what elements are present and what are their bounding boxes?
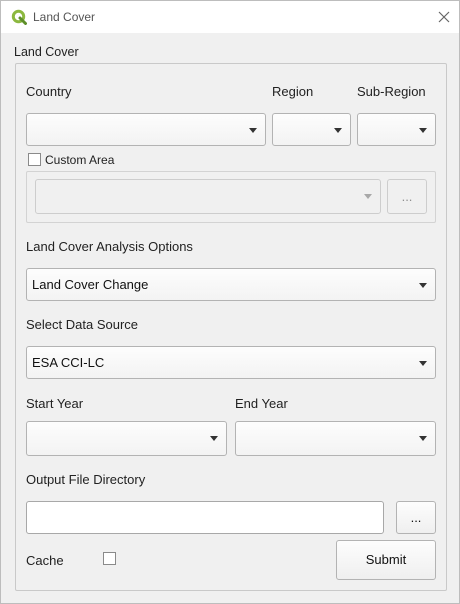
- region-label: Region: [272, 84, 314, 99]
- title-bar: Land Cover: [1, 1, 459, 33]
- close-icon[interactable]: [435, 8, 453, 26]
- land-cover-dialog: Land Cover Land Cover Country Region Sub…: [0, 0, 460, 604]
- qgis-icon: [11, 9, 27, 25]
- chevron-down-icon: [419, 361, 427, 366]
- custom-area-label: Custom Area: [45, 153, 115, 167]
- submit-button[interactable]: Submit: [336, 540, 436, 580]
- chevron-down-icon: [419, 283, 427, 288]
- analysis-options-dropdown[interactable]: Land Cover Change: [26, 268, 436, 301]
- output-browse-button[interactable]: ...: [396, 501, 436, 534]
- country-dropdown[interactable]: [26, 113, 266, 146]
- end-year-label: End Year: [235, 396, 288, 411]
- end-year-dropdown[interactable]: [235, 421, 436, 456]
- data-source-label: Select Data Source: [26, 317, 139, 332]
- chevron-down-icon: [210, 436, 218, 441]
- window-title: Land Cover: [33, 10, 96, 24]
- data-source-value: ESA CCI-LC: [32, 355, 105, 370]
- output-directory-input[interactable]: [26, 501, 384, 534]
- start-year-dropdown[interactable]: [26, 421, 227, 456]
- region-dropdown[interactable]: [272, 113, 351, 146]
- chevron-down-icon: [364, 194, 372, 199]
- group-title: Land Cover: [14, 45, 79, 59]
- output-directory-label: Output File Directory: [26, 472, 146, 487]
- custom-area-checkbox[interactable]: [28, 153, 41, 166]
- chevron-down-icon: [419, 128, 427, 133]
- cache-label: Cache: [26, 553, 64, 568]
- chevron-down-icon: [419, 436, 427, 441]
- chevron-down-icon: [334, 128, 342, 133]
- chevron-down-icon: [249, 128, 257, 133]
- custom-area-browse-button[interactable]: ...: [387, 179, 427, 214]
- start-year-label: Start Year: [26, 396, 84, 411]
- subregion-label: Sub-Region: [357, 84, 426, 99]
- cache-checkbox[interactable]: [103, 552, 116, 565]
- analysis-options-value: Land Cover Change: [32, 277, 149, 292]
- subregion-dropdown[interactable]: [357, 113, 436, 146]
- data-source-dropdown[interactable]: ESA CCI-LC: [26, 346, 436, 379]
- analysis-options-label: Land Cover Analysis Options: [26, 239, 193, 254]
- country-label: Country: [26, 84, 72, 99]
- custom-area-dropdown[interactable]: [35, 179, 381, 214]
